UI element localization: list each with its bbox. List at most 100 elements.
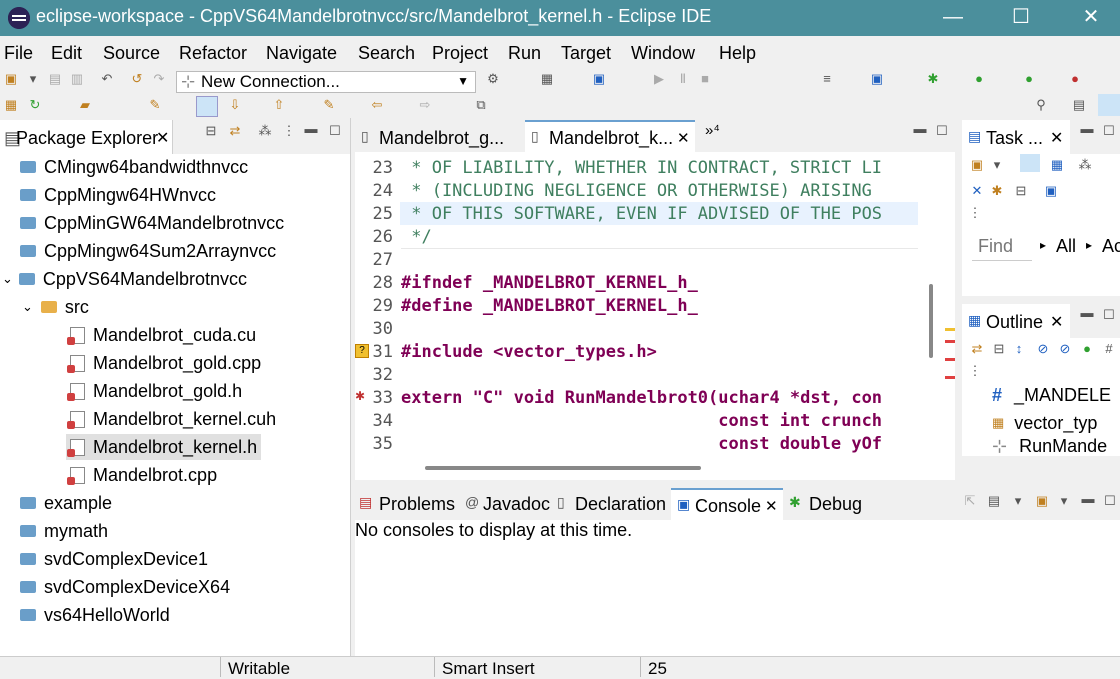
next-annotation-icon[interactable]: ⇩ xyxy=(228,98,242,112)
refresh-icon[interactable]: ↻ xyxy=(28,98,42,112)
console-icon[interactable]: ▣ xyxy=(592,72,606,86)
more-tabs-button[interactable]: »⁴ xyxy=(705,122,720,139)
tree-item-selected[interactable]: Mandelbrot_kernel.h xyxy=(66,434,262,460)
menu-navigate[interactable]: Navigate xyxy=(266,43,337,64)
minimize-view-icon[interactable]: ▬ xyxy=(1080,122,1094,136)
all-filter-link[interactable]: All xyxy=(1056,236,1076,257)
display-console-icon[interactable]: ▤ xyxy=(987,494,1001,508)
new-task-icon[interactable]: ▣ xyxy=(970,158,984,172)
tree-item[interactable]: svdComplexDeviceX64 xyxy=(20,574,230,600)
menu-project[interactable]: Project xyxy=(432,43,488,64)
minimize-view-icon[interactable]: ▬ xyxy=(1081,492,1095,506)
terminal-icon[interactable]: ▦ xyxy=(540,72,554,86)
minimize-view-icon[interactable]: ▬ xyxy=(1080,306,1094,320)
error-ruler-marker[interactable] xyxy=(945,358,955,361)
hide-nonpublic-icon[interactable]: ● xyxy=(1080,342,1094,356)
new-icon[interactable]: ▣ xyxy=(4,72,18,86)
tree-item[interactable]: Mandelbrot_cuda.cu xyxy=(67,322,256,348)
open-folder-icon[interactable]: ▰ xyxy=(78,98,92,112)
view-menu-icon[interactable]: ⋮ xyxy=(282,124,296,138)
outline-item[interactable]: ▦ vector_typ xyxy=(992,410,1097,436)
pin-editor-icon[interactable]: ⧉ xyxy=(474,98,488,112)
focus-icon[interactable]: ✱ xyxy=(990,184,1004,198)
redo-icon[interactable]: ↷ xyxy=(152,72,166,86)
prev-annotation-icon[interactable]: ⇧ xyxy=(272,98,286,112)
menu-file[interactable]: File xyxy=(4,43,33,64)
tree-item[interactable]: Mandelbrot.cpp xyxy=(67,462,217,488)
tree-item[interactable]: example xyxy=(20,490,112,516)
tree-item[interactable]: CppMinGW64Mandelbrotnvcc xyxy=(20,210,284,236)
error-ruler-marker[interactable] xyxy=(945,340,955,343)
tab-debug[interactable]: Debug xyxy=(809,494,862,515)
cpp-perspective-button[interactable] xyxy=(1098,94,1120,116)
tree-item[interactable]: vs64HelloWorld xyxy=(20,602,170,628)
tree-item[interactable]: Mandelbrot_gold.cpp xyxy=(67,350,261,376)
close-button[interactable]: ✕ xyxy=(1068,4,1114,32)
link-editor-icon[interactable]: ⇄ xyxy=(970,342,984,356)
maximize-view-icon[interactable]: ☐ xyxy=(1103,494,1117,508)
sort-icon[interactable]: ↕ xyxy=(1012,342,1026,356)
view-menu-icon[interactable]: ⋮ xyxy=(968,206,982,220)
debug-icon[interactable]: ✱ xyxy=(926,72,940,86)
menu-search[interactable]: Search xyxy=(358,43,415,64)
categorized-toggle[interactable] xyxy=(1020,154,1040,172)
task-list-tab[interactable]: ▤ Task ... ✕ xyxy=(962,120,1070,154)
warning-ruler-marker[interactable] xyxy=(945,328,955,331)
last-edit-icon[interactable]: ✎ xyxy=(322,98,336,112)
hide-fields-icon[interactable]: ⊘ xyxy=(1036,342,1050,356)
resume-icon[interactable]: ▶ xyxy=(652,72,666,86)
launch-config-icon[interactable]: ⚙ xyxy=(486,72,500,86)
tree-item[interactable]: svdComplexDevice1 xyxy=(20,546,208,572)
chevron-down-icon[interactable]: ⌄ xyxy=(2,271,13,287)
view-menu-icon[interactable]: ⋮ xyxy=(968,364,982,378)
save-icon[interactable]: ▤ xyxy=(48,72,62,86)
tree-item[interactable]: Mandelbrot_gold.h xyxy=(67,378,242,404)
search-icon[interactable]: ⚲ xyxy=(1034,98,1048,112)
save-all-icon[interactable]: ▥ xyxy=(70,72,84,86)
open-perspective-icon[interactable]: ▤ xyxy=(1072,98,1086,112)
coverage-icon[interactable]: ● xyxy=(1022,72,1036,86)
menu-edit[interactable]: Edit xyxy=(51,43,82,64)
error-ruler-marker[interactable] xyxy=(945,376,955,379)
minimize-button[interactable]: — xyxy=(930,4,976,32)
hide-static-icon[interactable]: ⊘ xyxy=(1058,342,1072,356)
scheduled-icon[interactable]: ▦ xyxy=(1050,158,1064,172)
run-icon[interactable]: ● xyxy=(972,72,986,86)
outline-item[interactable]: # _MANDELE xyxy=(992,382,1111,408)
close-tab-icon[interactable]: ✕ xyxy=(1050,128,1063,148)
maximize-view-icon[interactable]: ☐ xyxy=(328,124,342,138)
tab-declaration[interactable]: Declaration xyxy=(575,494,666,515)
hide-completed-icon[interactable]: ✕ xyxy=(970,184,984,198)
tree-item[interactable]: CppMingw64Sum2Arraynvcc xyxy=(20,238,276,264)
package-explorer-tab[interactable]: ▤ Package Explorer ✕ xyxy=(0,120,173,154)
vertical-scrollbar[interactable] xyxy=(929,284,933,358)
close-tab-icon[interactable]: ✕ xyxy=(677,129,690,147)
undo-icon[interactable]: ↶ xyxy=(100,72,114,86)
group-includes-icon[interactable]: # xyxy=(1102,342,1116,356)
chevron-down-icon[interactable]: ⌄ xyxy=(22,299,33,315)
tree-item[interactable]: mymath xyxy=(20,518,108,544)
tree-item[interactable]: ⌄ src xyxy=(22,294,89,320)
menu-target[interactable]: Target xyxy=(561,43,611,64)
tree-item[interactable]: Mandelbrot_kernel.cuh xyxy=(67,406,276,432)
close-tab-icon[interactable]: ✕ xyxy=(156,128,169,148)
chevron-down-icon[interactable]: ▾ xyxy=(1011,494,1025,508)
build-icon[interactable]: ↺ xyxy=(130,72,144,86)
tab-console-active[interactable]: ▣ Console ✕ xyxy=(671,488,783,522)
suspend-icon[interactable]: Ⅱ xyxy=(676,72,690,86)
pin-console-icon[interactable]: ⇱ xyxy=(963,494,977,508)
activate-link[interactable]: Ac xyxy=(1102,236,1120,257)
outline-item[interactable]: ⊹ RunMande xyxy=(992,436,1107,456)
collapse-all-icon[interactable]: ⊟ xyxy=(992,342,1006,356)
link-editor-icon[interactable]: ⇄ xyxy=(228,124,242,138)
filter-icon[interactable]: ⁂ xyxy=(1078,158,1092,172)
forward-icon[interactable]: ⇨ xyxy=(418,98,432,112)
maximize-view-icon[interactable]: ☐ xyxy=(1102,124,1116,138)
external-tools-icon[interactable]: ● xyxy=(1068,72,1082,86)
menu-help[interactable]: Help xyxy=(719,43,756,64)
close-tab-icon[interactable]: ✕ xyxy=(1050,312,1063,332)
collapse-all-icon[interactable]: ⊟ xyxy=(1014,184,1028,198)
editor-tab-kernel-active[interactable]: ▯ Mandelbrot_k... ✕ xyxy=(525,120,695,154)
connection-select[interactable]: ⊹ New Connection... ▼ xyxy=(176,71,476,93)
tree-item[interactable]: CMingw64bandwidthnvcc xyxy=(20,154,248,180)
